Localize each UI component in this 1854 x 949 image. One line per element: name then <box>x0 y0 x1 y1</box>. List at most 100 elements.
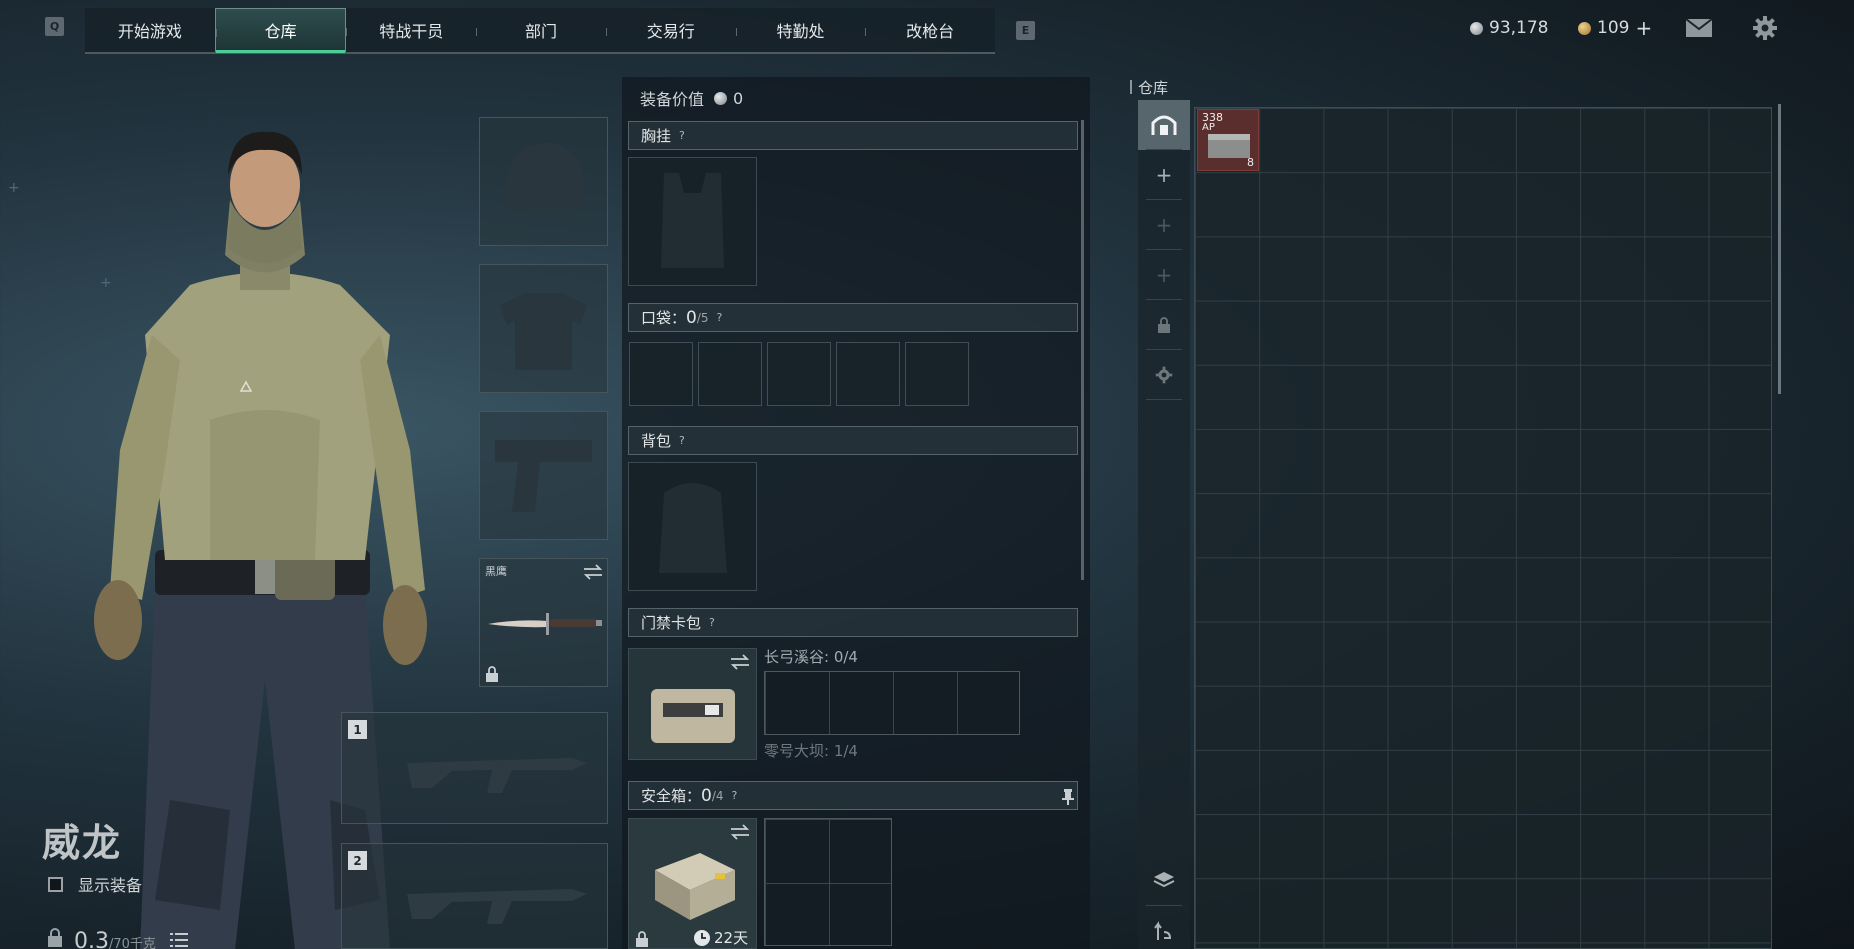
chest-rig-slot[interactable] <box>628 157 757 286</box>
weapon-slot-number: 1 <box>348 720 367 739</box>
pocket-slot[interactable] <box>905 342 969 406</box>
silver-currency[interactable]: 93,178 <box>1470 16 1548 40</box>
pistol-placeholder-icon <box>495 440 592 512</box>
helmet-slot[interactable] <box>479 117 608 246</box>
warehouse-settings-tab[interactable] <box>1138 350 1190 400</box>
layers-icon <box>1153 872 1175 888</box>
top-nav: 开始游戏 仓库 特战干员 部门 交易行 特勤处 改枪台 <box>85 8 995 54</box>
silver-coin-icon <box>714 91 728 105</box>
help-icon[interactable]: ? <box>717 311 723 324</box>
weight-max: /70千克 <box>109 937 156 949</box>
keycard-case-slot[interactable] <box>628 648 757 760</box>
lock-icon <box>486 666 498 682</box>
melee-name: 黑鹰 <box>485 565 507 578</box>
chest-rig-label: 胸挂 <box>641 127 672 145</box>
backpack-header: 背包 ? <box>628 426 1078 455</box>
safebox-grid[interactable] <box>764 818 892 946</box>
rifle-placeholder-icon <box>407 889 587 924</box>
add-warehouse-tab-icon[interactable]: + <box>1138 250 1190 300</box>
pocket-max: /5 <box>696 310 709 325</box>
pocket-label: 口袋： <box>641 309 687 327</box>
add-warehouse-tab-icon[interactable]: + <box>1138 150 1190 200</box>
list-icon[interactable] <box>169 932 188 948</box>
warehouse-scrollbar[interactable] <box>1778 104 1781 394</box>
weight-current: 0.3 <box>74 929 109 949</box>
key-hint-e: E <box>1016 21 1035 40</box>
sort-icon <box>1154 921 1172 940</box>
warehouse-grid[interactable] <box>1194 107 1772 949</box>
pistol-slot[interactable] <box>479 411 608 540</box>
operator-character-model <box>94 131 427 949</box>
ammo-item[interactable]: 338 AP 8 <box>1197 109 1259 171</box>
crosshair-decoration-icon: + <box>8 180 20 196</box>
tab-department[interactable]: 部门 <box>476 8 606 52</box>
safebox-header: 安全箱： 0 /4 ? <box>628 781 1078 810</box>
keycard-label: 门禁卡包 <box>641 614 702 632</box>
safebox-max: /4 <box>711 788 724 803</box>
clock-icon <box>694 929 710 946</box>
rifle-placeholder-icon <box>407 758 587 793</box>
backpack-slot[interactable] <box>628 462 757 591</box>
gold-currency[interactable]: 109 + <box>1578 16 1652 40</box>
tab-trading[interactable]: 交易行 <box>605 8 736 52</box>
mail-icon[interactable] <box>1685 18 1713 38</box>
gold-coin-icon <box>1578 21 1591 35</box>
tab-warehouse[interactable]: 仓库 <box>214 8 347 53</box>
equipment-scrollbar[interactable] <box>1081 120 1084 580</box>
tab-operators[interactable]: 特战干员 <box>346 8 476 52</box>
pocket-slot[interactable] <box>767 342 831 406</box>
pocket-slot[interactable] <box>698 342 762 406</box>
silver-coin-icon <box>1470 21 1483 35</box>
add-warehouse-tab-icon[interactable]: + <box>1138 200 1190 250</box>
silver-amount: 93,178 <box>1489 18 1549 38</box>
warehouse-lock-tab[interactable] <box>1138 300 1190 350</box>
show-gear-toggle[interactable]: 显示装备 <box>48 872 142 896</box>
gear-icon <box>1155 366 1173 384</box>
keycard-header: 门禁卡包 ? <box>628 608 1078 637</box>
layers-button[interactable] <box>1138 856 1190 906</box>
help-icon[interactable]: ? <box>732 789 738 802</box>
help-icon[interactable]: ? <box>679 129 685 142</box>
warehouse-tab-main[interactable] <box>1138 100 1190 150</box>
pocket-slot[interactable] <box>629 342 693 406</box>
key-hint-q: Q <box>45 17 64 36</box>
help-icon[interactable]: ? <box>709 616 715 629</box>
tab-gunsmith[interactable]: 改枪台 <box>865 8 995 52</box>
pocket-current: 0 <box>686 307 697 328</box>
lock-icon <box>48 928 62 947</box>
warehouse-title: 仓库 <box>1129 79 1169 97</box>
melee-slot[interactable]: 黑鹰 <box>479 558 608 687</box>
armor-slot[interactable] <box>479 264 608 393</box>
safebox-slot[interactable]: 22天 <box>628 818 757 949</box>
show-gear-label: 显示装备 <box>78 876 143 895</box>
primary-weapon-slot-1[interactable]: 1 <box>341 712 608 824</box>
swap-icon[interactable] <box>729 823 751 841</box>
swap-icon[interactable] <box>582 563 604 581</box>
keycard-grid[interactable] <box>764 671 1020 735</box>
keycard-map-valley: 长弓溪谷: 0/4 <box>764 648 858 666</box>
primary-weapon-slot-2[interactable]: 2 <box>341 843 608 949</box>
sort-button[interactable] <box>1138 906 1190 949</box>
backpack-placeholder-icon <box>659 483 727 573</box>
add-gold-button[interactable]: + <box>1635 16 1652 40</box>
equipment-value-header: 装备价值 0 <box>640 86 743 110</box>
swap-icon[interactable] <box>729 653 751 671</box>
equipment-value-label: 装备价值 <box>640 90 705 109</box>
settings-gear-icon[interactable] <box>1752 15 1778 41</box>
show-gear-checkbox[interactable] <box>48 876 63 892</box>
keycard-map-dam: 零号大坝: 1/4 <box>764 742 858 760</box>
safebox-icon <box>655 853 735 920</box>
tab-start-game[interactable]: 开始游戏 <box>85 8 215 52</box>
lock-icon <box>1158 317 1170 333</box>
pocket-slot[interactable] <box>836 342 900 406</box>
knife-icon <box>488 613 602 635</box>
safebox-time-remaining: 22天 <box>714 929 749 947</box>
gold-amount: 109 <box>1597 18 1630 38</box>
operator-name: 威龙 <box>42 821 123 865</box>
safebox-current: 0 <box>701 785 712 806</box>
tab-special-service[interactable]: 特勤处 <box>735 8 866 52</box>
pin-icon[interactable] <box>1062 789 1074 805</box>
lock-icon <box>636 931 648 947</box>
help-icon[interactable]: ? <box>679 434 685 447</box>
keycard-case-icon <box>651 689 735 743</box>
